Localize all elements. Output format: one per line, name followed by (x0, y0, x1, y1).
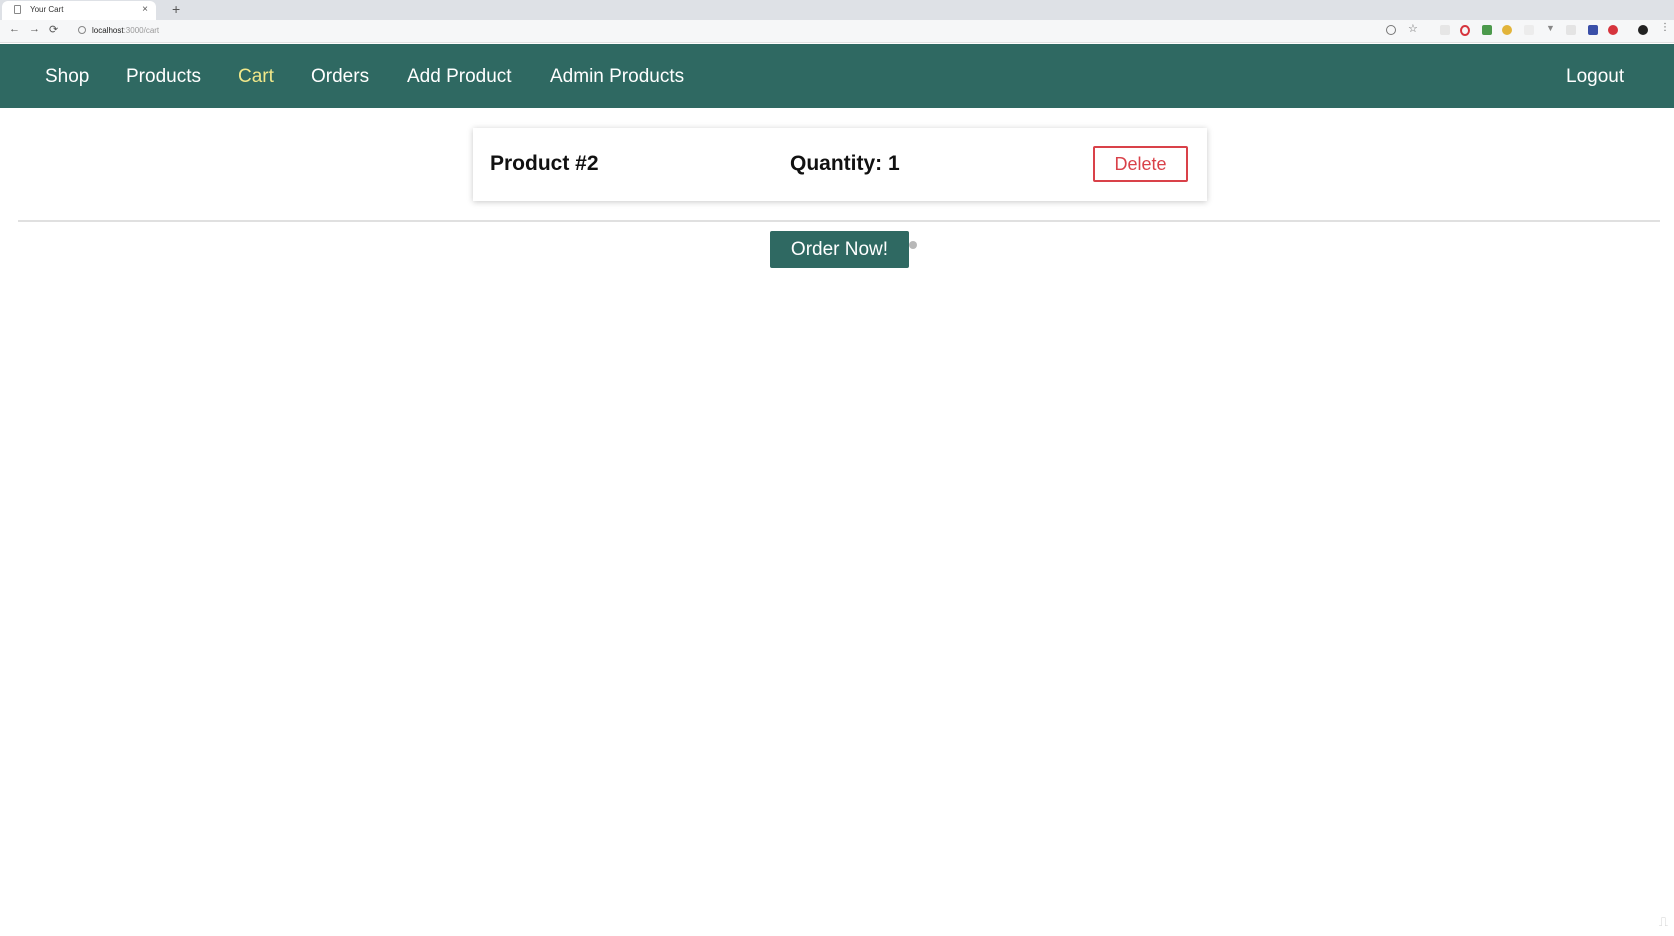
tab-close-icon[interactable]: × (142, 4, 148, 15)
back-icon[interactable]: ← (9, 23, 20, 35)
filter-icon[interactable]: ▼ (1546, 23, 1556, 33)
opera-extension-icon[interactable] (1460, 25, 1470, 36)
forward-icon[interactable]: → (29, 23, 40, 35)
logout-button[interactable]: Logout (1566, 66, 1624, 88)
extension-icon[interactable] (1502, 25, 1512, 35)
address-bar[interactable]: localhost:3000/cart (72, 23, 1662, 39)
nav-cart[interactable]: Cart (238, 66, 274, 88)
browser-tab-bar: Your Cart × + (0, 0, 1674, 20)
zoom-icon[interactable] (1386, 25, 1396, 35)
divider (18, 220, 1660, 222)
bookmark-star-icon[interactable]: ☆ (1408, 22, 1418, 35)
extension-icon[interactable] (1482, 25, 1492, 35)
cart-item-title: Product #2 (490, 152, 599, 175)
extension-icon[interactable] (1588, 25, 1598, 35)
tab-title: Your Cart (30, 5, 64, 14)
main-header: Shop Products Cart Orders Add Product Ad… (0, 44, 1674, 108)
reload-icon[interactable]: ⟳ (49, 23, 58, 36)
watermark-logo: ⎍ (1658, 914, 1668, 929)
order-now-button[interactable]: Order Now! (770, 231, 909, 268)
nav-orders[interactable]: Orders (311, 66, 369, 88)
nav-products[interactable]: Products (126, 66, 201, 88)
browser-tab[interactable]: Your Cart × (2, 1, 156, 20)
menu-icon[interactable]: ⋮ (1660, 22, 1670, 33)
cart-item-quantity: Quantity: 1 (790, 152, 900, 175)
cart-item: Product #2 Quantity: 1 Delete (473, 128, 1207, 201)
browser-toolbar: ← → ⟳ localhost:3000/cart ☆ ▼ ⋮ (0, 20, 1674, 43)
nav-add-product[interactable]: Add Product (407, 66, 512, 88)
mouse-cursor-icon (909, 241, 917, 249)
profile-avatar[interactable] (1638, 25, 1648, 35)
url-text: localhost:3000/cart (92, 26, 160, 35)
new-tab-icon[interactable]: + (172, 1, 180, 17)
extension-icon[interactable] (1566, 25, 1576, 35)
nav-shop[interactable]: Shop (45, 66, 89, 88)
info-icon[interactable] (78, 26, 86, 34)
document-icon (14, 5, 21, 14)
extension-icon[interactable] (1524, 25, 1534, 35)
delete-button[interactable]: Delete (1093, 146, 1188, 182)
extension-icon[interactable] (1440, 25, 1450, 35)
stop-icon[interactable] (1608, 25, 1618, 35)
nav-admin-products[interactable]: Admin Products (550, 66, 684, 88)
